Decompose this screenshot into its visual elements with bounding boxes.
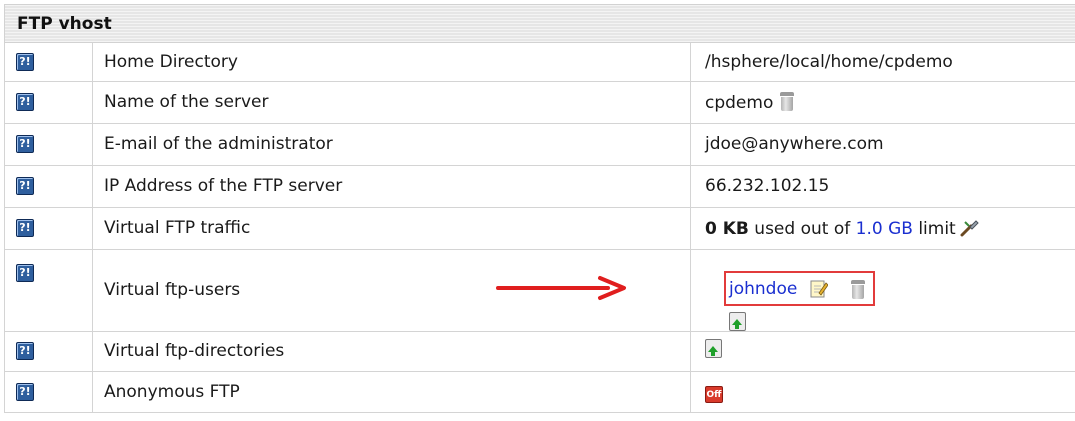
help-icon[interactable]: ?!	[16, 52, 34, 71]
off-toggle-icon[interactable]: Off	[705, 386, 723, 403]
traffic-limit-suffix: limit	[918, 218, 956, 239]
table-row-traffic: ?! Virtual FTP traffic 0 KB used out of …	[4, 207, 1075, 250]
ftp-user-link[interactable]: johndoe	[729, 279, 797, 299]
admin-email-value: jdoe@anywhere.com	[690, 123, 1075, 166]
row-label: E-mail of the administrator	[92, 123, 691, 166]
table-row-admin-email: ?! E-mail of the administrator jdoe@anyw…	[4, 123, 1075, 166]
help-icon[interactable]: ?!	[16, 219, 34, 237]
settings-table: ?! Home Directory /hsphere/local/home/cp…	[4, 43, 1075, 413]
row-label: Anonymous FTP	[92, 371, 691, 413]
trash-icon[interactable]	[779, 91, 795, 111]
help-icon[interactable]: ?!	[16, 263, 34, 282]
home-directory-value: /hsphere/local/home/cpdemo	[690, 43, 1075, 82]
help-icon[interactable]: ?!	[16, 342, 34, 360]
annotation-arrow	[496, 276, 626, 300]
table-row-ftp-directories: ?! Virtual ftp-directories	[4, 331, 1075, 372]
help-icon[interactable]: ?!	[16, 177, 34, 195]
help-icon[interactable]: ?!	[16, 93, 34, 111]
add-directory-icon[interactable]	[705, 339, 722, 358]
edit-icon[interactable]	[810, 279, 828, 299]
row-label: Home Directory	[92, 43, 691, 82]
traffic-limit-link[interactable]: 1.0 GB	[856, 219, 913, 239]
add-user-icon[interactable]	[729, 312, 746, 331]
traffic-used: 0 KB	[705, 218, 749, 239]
wrench-icon[interactable]	[960, 218, 980, 238]
row-label: Virtual ftp-directories	[92, 331, 691, 372]
row-label: Name of the server	[92, 81, 691, 124]
table-row-ip-address: ?! IP Address of the FTP server 66.232.1…	[4, 165, 1075, 208]
help-icon[interactable]: ?!	[16, 135, 34, 153]
ftp-vhost-panel: FTP vhost ?! Home Directory /hsphere/loc…	[0, 0, 1075, 421]
table-row-home-directory: ?! Home Directory /hsphere/local/home/cp…	[4, 43, 1075, 82]
ip-address-value: 66.232.102.15	[690, 165, 1075, 208]
panel-header: FTP vhost	[4, 4, 1075, 43]
help-icon[interactable]: ?!	[16, 382, 34, 401]
ftp-user-highlight-box: johndoe	[724, 271, 875, 306]
server-name-value: cpdemo	[705, 92, 774, 113]
traffic-used-out-of: used out of	[754, 218, 851, 239]
table-row-anonymous-ftp: ?! Anonymous FTP Off	[4, 371, 1075, 413]
trash-icon[interactable]	[850, 280, 866, 299]
table-row-server-name: ?! Name of the server cpdemo	[4, 81, 1075, 124]
row-label: Virtual FTP traffic	[92, 207, 691, 250]
panel-title: FTP vhost	[17, 14, 112, 34]
row-label: IP Address of the FTP server	[92, 165, 691, 208]
